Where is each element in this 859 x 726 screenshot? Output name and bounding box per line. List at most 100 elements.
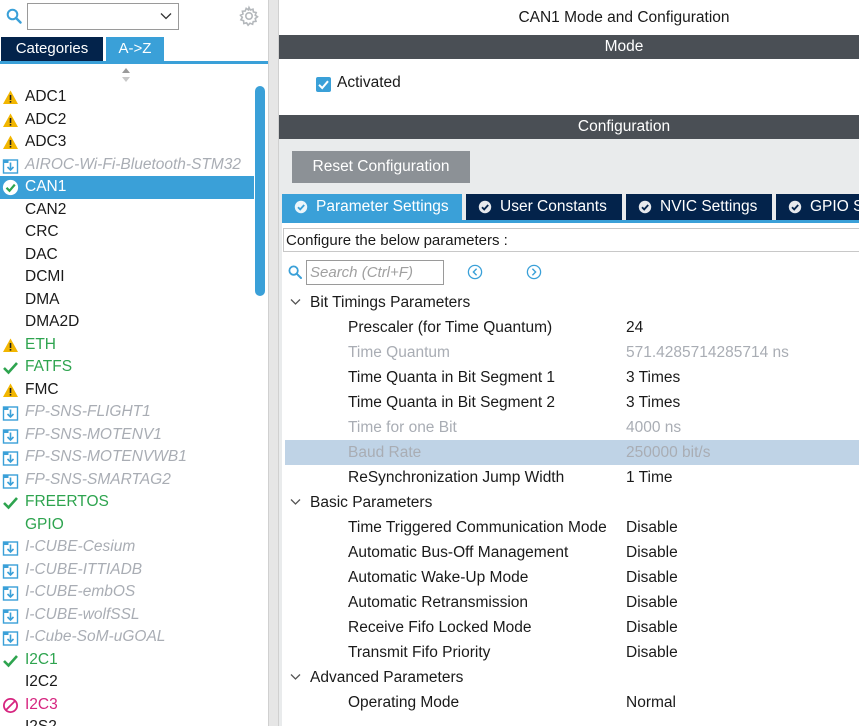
parameter-value[interactable]: Disable [626,515,678,540]
ip-list-item[interactable]: ETH [0,334,254,357]
parameter-value[interactable]: 1 Time [626,465,673,490]
ip-list-item-label: CAN2 [25,200,67,218]
parameter-search-input[interactable]: Search (Ctrl+F) [306,260,444,285]
parameter-value[interactable]: Normal [626,690,676,715]
ip-search-combobox[interactable] [27,3,179,30]
chevron-down-icon[interactable] [160,10,172,22]
ip-list-item[interactable]: FP-SNS-MOTENVWB1 [0,446,254,469]
parameter-tabs: Parameter Settings User Constants NVIC S… [282,194,859,220]
parameter-value: 571.4285714285714 ns [626,344,789,361]
parameter-group-header[interactable]: Bit Timings Parameters [282,290,859,315]
ip-list-item[interactable]: I2C3 [0,694,254,717]
parameter-name: Automatic Bus-Off Management [348,544,569,561]
view-tabs: Categories A->Z [0,37,268,61]
parameter-row[interactable]: Time Quantum 571.4285714285714 ns [282,340,859,365]
parameter-name: Prescaler (for Time Quantum) [348,319,553,336]
parameter-row[interactable]: Prescaler (for Time Quantum) 24 [282,315,859,340]
tab-categories[interactable]: Categories [1,37,103,61]
next-result-icon[interactable] [526,264,542,280]
ip-list-item[interactable]: FP-SNS-SMARTAG2 [0,469,254,492]
download-package-icon [2,562,19,579]
ip-list-item[interactable]: DCMI [0,266,254,289]
tab-a-to-z[interactable]: A->Z [106,37,164,61]
ip-list-item[interactable]: CAN1 [0,176,254,199]
parameter-settings-pane: Configure the below parameters : Search … [282,220,859,726]
parameter-value[interactable]: Disable [626,615,678,640]
parameter-group-label: Bit Timings Parameters [310,294,471,311]
ip-list-item[interactable]: CRC [0,221,254,244]
ip-list-item[interactable]: FREERTOS [0,491,254,514]
parameter-row[interactable]: Receive Fifo Locked Mode Disable [282,615,859,640]
ip-list-item[interactable]: I2C1 [0,649,254,672]
scroll-thumb[interactable] [255,86,265,296]
tab-gpio-settings[interactable]: GPIO Settings [776,194,859,220]
parameter-value[interactable]: 24 [626,315,643,340]
ip-list-item-label: FP-SNS-MOTENV1 [25,425,162,443]
tab-user-constants[interactable]: User Constants [466,194,622,220]
ip-list-item[interactable]: ADC3 [0,131,254,154]
parameter-group-label: Advanced Parameters [310,669,464,686]
parameter-value[interactable]: Disable [626,640,678,665]
ip-list-item[interactable]: I-CUBE-Cesium [0,536,254,559]
ip-list-item[interactable]: I2S2 [0,716,254,726]
ip-list-item[interactable]: GPIO [0,514,254,537]
chevron-down-icon[interactable] [290,298,301,306]
activated-checkbox[interactable] [316,77,331,92]
ip-list-item[interactable]: I-CUBE-embOS [0,581,254,604]
chevron-down-icon[interactable] [290,673,301,681]
parameter-row[interactable]: Automatic Retransmission Disable [282,590,859,615]
ip-tree-panel: Categories A->Z ADC1 ADC2 ADC3 AIROC-Wi-Fi-… [0,0,268,726]
parameter-row[interactable]: Transmit Fifo Priority Disable [282,640,859,665]
ip-list-item[interactable]: DAC [0,244,254,267]
search-icon[interactable] [6,8,22,24]
parameter-value[interactable]: 3 Times [626,365,680,390]
tab-nvic-settings[interactable]: NVIC Settings [626,194,772,220]
ip-list-item[interactable]: FATFS [0,356,254,379]
ip-list-item[interactable]: I2C2 [0,671,254,694]
parameter-value[interactable]: Disable [626,590,678,615]
previous-result-icon[interactable] [467,264,483,280]
parameter-row[interactable]: Time Triggered Communication Mode Disable [282,515,859,540]
parameter-row[interactable]: ReSynchronization Jump Width 1 Time [282,465,859,490]
parameter-row[interactable]: Time Quanta in Bit Segment 2 3 Times [282,390,859,415]
tab-parameter-settings[interactable]: Parameter Settings [282,194,462,220]
ip-list-item[interactable]: ADC2 [0,109,254,132]
configure-hint: Configure the below parameters : [283,228,859,252]
ip-list-item[interactable]: FP-SNS-FLIGHT1 [0,401,254,424]
ip-list-item[interactable]: DMA [0,289,254,312]
ip-list-item[interactable]: FMC [0,379,254,402]
parameter-row[interactable]: Time Quanta in Bit Segment 1 3 Times [282,365,859,390]
ip-list-item[interactable]: FP-SNS-MOTENV1 [0,424,254,447]
parameter-value[interactable]: 3 Times [626,390,680,415]
ip-list-scrollbar[interactable] [255,86,265,726]
reset-configuration-button[interactable]: Reset Configuration [292,151,470,183]
ip-list-item[interactable]: CAN2 [0,199,254,222]
parameter-name: Receive Fifo Locked Mode [348,619,532,636]
parameter-row[interactable]: Automatic Wake-Up Mode Disable [282,565,859,590]
ip-list-item[interactable]: I-CUBE-wolfSSL [0,604,254,627]
tab-underline [0,61,268,64]
ip-list-item-label: DCMI [25,268,65,285]
parameter-row[interactable]: Baud Rate 250000 bit/s [285,440,859,465]
configuration-header: Configuration [279,115,859,139]
parameter-row[interactable]: Automatic Bus-Off Management Disable [282,540,859,565]
activated-label[interactable]: Activated [337,74,401,92]
panel-splitter[interactable] [268,0,279,726]
parameter-value[interactable]: Disable [626,540,678,565]
parameter-group-header[interactable]: Basic Parameters [282,490,859,515]
chevron-down-icon[interactable] [290,498,301,506]
ip-list-item[interactable]: DMA2D [0,311,254,334]
ip-list-item[interactable]: ADC1 [0,86,254,109]
search-icon[interactable] [288,265,302,279]
parameter-value[interactable]: Disable [626,565,678,590]
gear-icon[interactable] [238,5,260,27]
sort-icon[interactable] [120,67,132,83]
ip-list-item[interactable]: I-CUBE-ITTIADB [0,559,254,582]
parameter-group-header[interactable]: Advanced Parameters [282,665,859,690]
parameter-row[interactable]: Time for one Bit 4000 ns [282,415,859,440]
parameter-row[interactable]: Operating Mode Normal [282,690,859,715]
check-icon [318,80,329,90]
ip-list-item-label: FP-SNS-SMARTAG2 [25,470,171,488]
ip-list-item[interactable]: AIROC-Wi-Fi-Bluetooth-STM32 [0,154,254,177]
ip-list-item[interactable]: I-Cube-SoM-uGOAL [0,626,254,649]
